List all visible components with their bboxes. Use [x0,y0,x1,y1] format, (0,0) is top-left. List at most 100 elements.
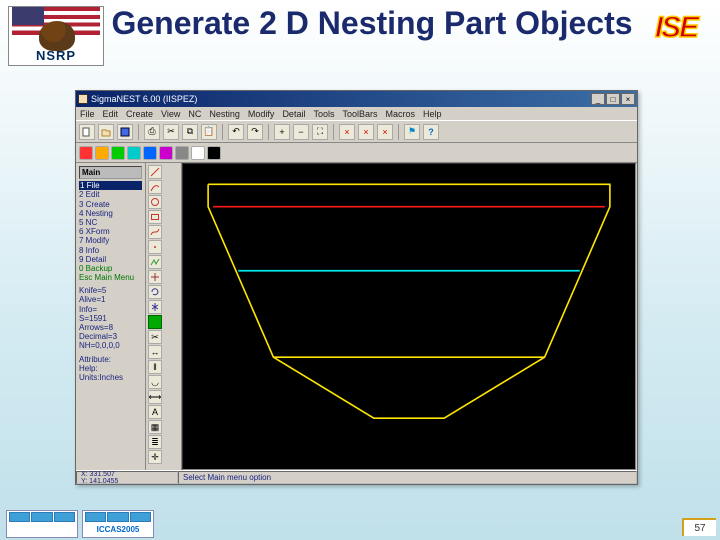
panel-item-nc[interactable]: 5 NC [79,218,142,227]
menubar: File Edit Create View NC Nesting Modify … [76,107,637,121]
point-tool-icon[interactable] [148,240,162,254]
color-orange[interactable] [95,146,109,160]
status-nh: NH=0,0,0,0 [79,341,142,350]
menu-create[interactable]: Create [126,109,153,119]
panel-item-nesting[interactable]: 4 Nesting [79,209,142,218]
menu-macros[interactable]: Macros [385,109,415,119]
menu-nc[interactable]: NC [188,109,201,119]
undo-icon[interactable]: ↶ [228,124,244,140]
command-panel: Main 1 File 2 Edit 3 Create 4 Nesting 5 … [76,163,146,470]
polyline-tool-icon[interactable] [148,255,162,269]
panel-item-modify[interactable]: 7 Modify [79,236,142,245]
extend-tool-icon[interactable]: ↔ [148,345,162,359]
mirror-tool-icon[interactable] [148,300,162,314]
menu-detail[interactable]: Detail [282,109,305,119]
toolbar-color [76,143,637,163]
paste-icon[interactable]: 📋 [201,124,217,140]
menu-modify[interactable]: Modify [248,109,275,119]
rotate-tool-icon[interactable] [148,285,162,299]
slide-title: Generate 2 D Nesting Part Objects [104,6,640,41]
tool-palette: ✂ ↔ ‖ ◡ ⟷ A ▦ ≣ ✛ [146,163,182,470]
iccas-logo: ICCAS2005 [82,510,154,538]
panel-item-edit[interactable]: 2 Edit [79,190,142,199]
save-icon[interactable] [117,124,133,140]
color-cyan[interactable] [127,146,141,160]
toolbar-main: ⎙ ✂ ⧉ 📋 ↶ ↷ + − ⛶ × × × ⚑ ? [76,121,637,143]
panel-item-escape[interactable]: Esc Main Menu [79,273,142,282]
color-green[interactable] [111,146,125,160]
spline-tool-icon[interactable] [148,225,162,239]
cut-icon[interactable]: ✂ [163,124,179,140]
color-black[interactable] [207,146,221,160]
zoom-fit-icon[interactable]: ⛶ [312,124,328,140]
color-red[interactable] [79,146,93,160]
app-icon [78,94,88,104]
offset-tool-icon[interactable]: ‖ [148,360,162,374]
redo-icon[interactable]: ↷ [247,124,263,140]
cursor-coords: X: 331.507 Y: 141.0455 [76,471,178,484]
text-tool-icon[interactable]: A [148,405,162,419]
rect-tool-icon[interactable] [148,210,162,224]
menu-nesting[interactable]: Nesting [209,109,240,119]
mode-a-icon[interactable]: × [339,124,355,140]
panel-item-info[interactable]: 8 Info [79,246,142,255]
material-swatch[interactable] [148,315,162,329]
layer-tool-icon[interactable]: ≣ [148,435,162,449]
copy-icon[interactable]: ⧉ [182,124,198,140]
mode-c-icon[interactable]: × [377,124,393,140]
mode-b-icon[interactable]: × [358,124,374,140]
circle-tool-icon[interactable] [148,195,162,209]
status-knife: Knife=5 [79,286,142,295]
status-attribute: Attribute: [79,355,142,364]
trim-tool-icon[interactable]: ✂ [148,330,162,344]
statusbar: X: 331.507 Y: 141.0455 Select Main menu … [76,470,637,484]
status-units: Units:Inches [79,373,142,382]
status-info: Info= [79,305,142,314]
zoom-in-icon[interactable]: + [274,124,290,140]
fillet-tool-icon[interactable]: ◡ [148,375,162,389]
menu-view[interactable]: View [161,109,180,119]
panel-header: Main [79,166,142,179]
app-window: SigmaNEST 6.00 (IISPEZ) _ □ × File Edit … [75,90,638,485]
status-decimal: Decimal=3 [79,332,142,341]
flag-icon[interactable]: ⚑ [404,124,420,140]
dim-tool-icon[interactable]: ⟷ [148,390,162,404]
status-help: Help: [79,364,142,373]
menu-file[interactable]: File [80,109,95,119]
minimize-button[interactable]: _ [591,93,605,105]
menu-help[interactable]: Help [423,109,442,119]
menu-edit[interactable]: Edit [103,109,119,119]
arc-tool-icon[interactable] [148,180,162,194]
close-button[interactable]: × [621,93,635,105]
drawing-canvas[interactable] [182,163,636,470]
help-icon[interactable]: ? [423,124,439,140]
panel-item-xform[interactable]: 6 XForm [79,227,142,236]
open-icon[interactable] [98,124,114,140]
snap-tool-icon[interactable]: ✛ [148,450,162,464]
menu-toolbars[interactable]: ToolBars [342,109,377,119]
nsrp-logo: NSRP [8,6,104,66]
status-s: S=1591 [79,314,142,323]
slide-number: 57 [682,518,716,536]
color-white[interactable] [191,146,205,160]
hatch-tool-icon[interactable]: ▦ [148,420,162,434]
move-tool-icon[interactable] [148,270,162,284]
new-icon[interactable] [79,124,95,140]
maximize-button[interactable]: □ [606,93,620,105]
panel-item-create[interactable]: 3 Create [79,200,142,209]
status-arrows: Arrows=8 [79,323,142,332]
color-blue[interactable] [143,146,157,160]
color-magenta[interactable] [159,146,173,160]
panel-item-backup[interactable]: 0 Backup [79,264,142,273]
line-tool-icon[interactable] [148,165,162,179]
menu-tools[interactable]: Tools [313,109,334,119]
color-gray[interactable] [175,146,189,160]
panel-item-detail[interactable]: 9 Detail [79,255,142,264]
slide-footer: ICCAS2005 57 [0,500,720,540]
zoom-out-icon[interactable]: − [293,124,309,140]
panel-item-file[interactable]: 1 File [79,181,142,190]
iccas-badge [6,510,78,538]
status-alive: Alive=1 [79,295,142,304]
window-title: SigmaNEST 6.00 (IISPEZ) [91,94,197,104]
print-icon[interactable]: ⎙ [144,124,160,140]
